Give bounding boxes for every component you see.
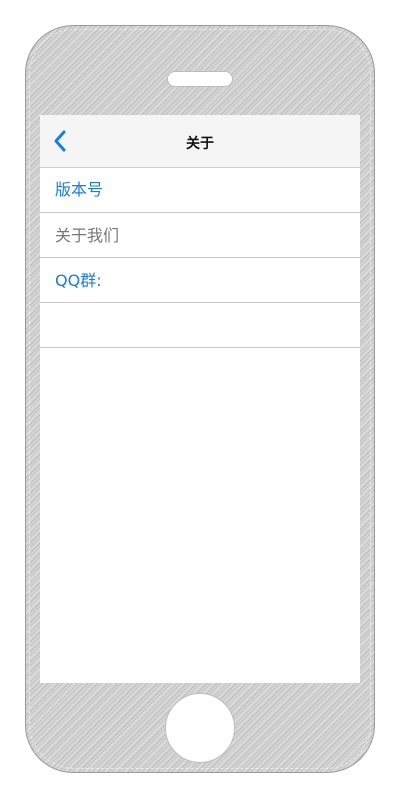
app-screen: 关于 版本号 关于我们 QQ群: [40, 115, 360, 683]
phone-speaker [167, 71, 233, 87]
settings-list: 版本号 关于我们 QQ群: [40, 168, 360, 348]
list-item-label: QQ群: [55, 271, 102, 290]
list-item-qq-group[interactable]: QQ群: [40, 258, 360, 303]
list-item-about-us[interactable]: 关于我们 [40, 213, 360, 258]
list-item-label: 版本号 [55, 180, 104, 199]
navigation-bar: 关于 [40, 115, 360, 168]
page-title: 关于 [186, 136, 214, 152]
home-button[interactable] [165, 693, 235, 763]
list-item-label: 关于我们 [55, 226, 120, 245]
list-item-version[interactable]: 版本号 [40, 168, 360, 213]
list-item-empty[interactable] [40, 303, 360, 348]
